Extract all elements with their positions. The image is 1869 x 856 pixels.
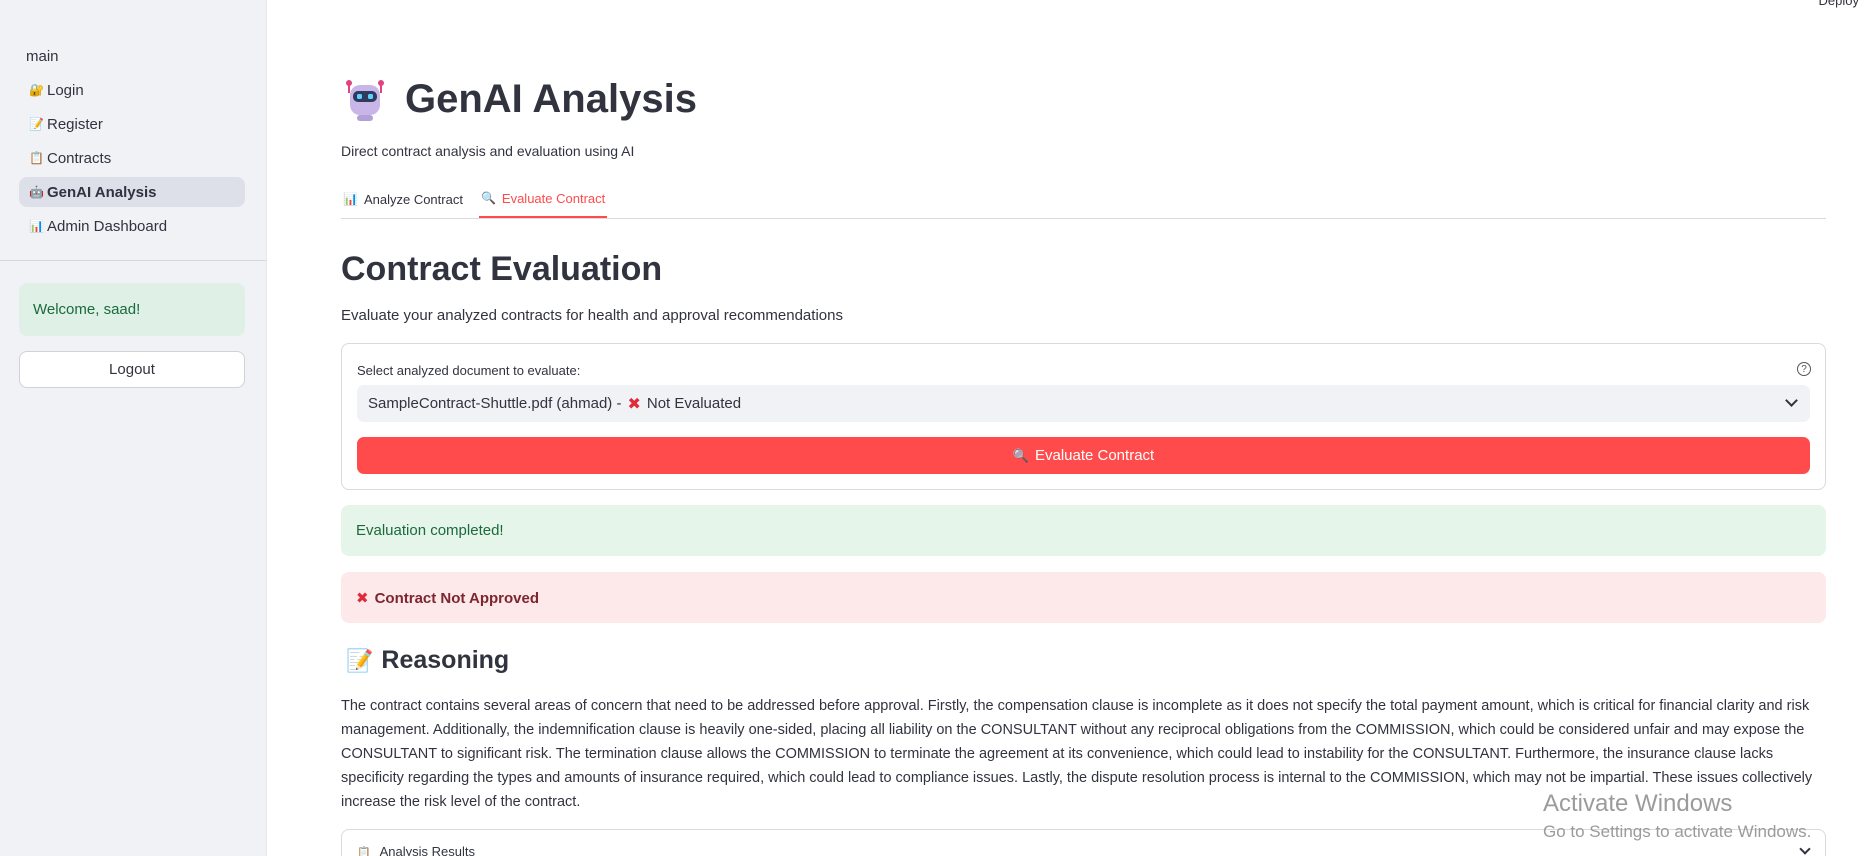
magnifier-icon: 🔍: [1012, 447, 1029, 463]
page-subtitle: Direct contract analysis and evaluation …: [341, 143, 635, 159]
select-value: SampleContract-Shuttle.pdf (ahmad) -: [368, 395, 622, 412]
tab-label: Evaluate Contract: [501, 190, 606, 206]
sidebar-item-register[interactable]: 📝 Register: [19, 109, 245, 139]
reasoning-title: Reasoning: [381, 646, 510, 674]
evaluation-form: Select analyzed document to evaluate: ? …: [341, 343, 1826, 490]
robot-icon: 🤖: [29, 185, 44, 199]
magnifier-icon: 🔍: [480, 191, 496, 205]
sidebar-item-label: Admin Dashboard: [47, 217, 168, 235]
logout-button[interactable]: Logout: [19, 351, 245, 388]
robot-icon: [346, 80, 384, 121]
sidebar-nav: 🔐 Login 📝 Register 📋 Contracts 🤖 GenAI A…: [19, 75, 245, 245]
success-alert: Evaluation completed!: [341, 505, 1826, 556]
welcome-message: Welcome, saad!: [19, 283, 245, 336]
help-icon[interactable]: ?: [1797, 362, 1811, 376]
clipboard-icon: 📋: [357, 847, 371, 856]
page-header: GenAI Analysis: [341, 75, 697, 123]
document-select[interactable]: SampleContract-Shuttle.pdf (ahmad) - ✖ N…: [357, 385, 1810, 422]
chevron-down-icon: [1785, 394, 1798, 407]
sidebar-section-title: main: [26, 48, 59, 65]
select-status: Not Evaluated: [646, 395, 742, 412]
tab-analyze-contract[interactable]: 📊 Analyze Contract: [341, 186, 465, 218]
watermark-title: Activate Windows: [1543, 790, 1733, 817]
lock-icon: 🔐: [29, 83, 44, 97]
watermark-subtitle: Go to Settings to activate Windows.: [1543, 822, 1812, 841]
cross-mark-icon: ✖: [356, 590, 369, 607]
chevron-down-icon: [1799, 843, 1811, 855]
sidebar-item-genai-analysis[interactable]: 🤖 GenAI Analysis: [19, 177, 245, 207]
sidebar-divider: [0, 260, 267, 261]
evaluate-contract-button[interactable]: 🔍 Evaluate Contract: [357, 437, 1810, 474]
sidebar-item-label: GenAI Analysis: [47, 183, 157, 201]
tab-label: Analyze Contract: [363, 191, 463, 207]
activate-windows-watermark: Activate Windows Go to Settings to activ…: [1543, 790, 1811, 842]
tab-bar: 📊 Analyze Contract 🔍 Evaluate Contract: [341, 186, 1826, 219]
sidebar-item-label: Login: [47, 81, 84, 99]
section-subtitle: Evaluate your analyzed contracts for hea…: [341, 307, 843, 324]
sidebar-item-label: Register: [47, 115, 103, 133]
error-alert: ✖ Contract Not Approved: [341, 572, 1826, 623]
main-content: GenAI Analysis Direct contract analysis …: [341, 0, 1826, 856]
cross-mark-icon: ✖: [627, 395, 641, 413]
sidebar-item-admin-dashboard[interactable]: 📊 Admin Dashboard: [19, 211, 245, 241]
select-label: Select analyzed document to evaluate:: [357, 363, 581, 378]
reasoning-heading: 📝 Reasoning: [346, 646, 509, 675]
bar-chart-icon: 📊: [343, 192, 358, 206]
memo-icon: 📝: [346, 647, 374, 673]
page-title: GenAI Analysis: [405, 76, 697, 121]
section-title: Contract Evaluation: [341, 250, 663, 288]
sidebar-item-login[interactable]: 🔐 Login: [19, 75, 245, 105]
sidebar: main 🔐 Login 📝 Register 📋 Contracts 🤖 Ge…: [0, 0, 267, 856]
tab-evaluate-contract[interactable]: 🔍 Evaluate Contract: [478, 186, 608, 218]
sidebar-item-label: Contracts: [47, 149, 112, 167]
sidebar-item-contracts[interactable]: 📋 Contracts: [19, 143, 245, 173]
bar-chart-icon: 📊: [29, 219, 44, 233]
button-label: Evaluate Contract: [1034, 447, 1155, 464]
clipboard-icon: 📋: [29, 151, 44, 165]
expander-label: Analysis Results: [379, 844, 475, 856]
memo-icon: 📝: [29, 117, 44, 131]
error-text: Contract Not Approved: [374, 590, 540, 607]
